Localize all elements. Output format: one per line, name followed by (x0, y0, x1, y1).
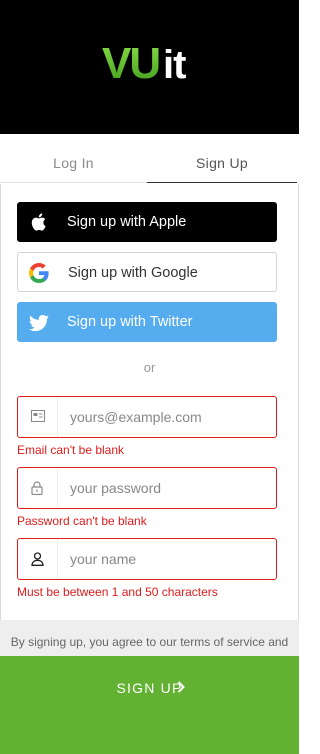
email-icon-box (18, 397, 58, 437)
envelope-icon (31, 410, 45, 422)
chevron-right-icon (177, 681, 185, 693)
twitter-button-label: Sign up with Twitter (67, 314, 193, 330)
auth-tabs: Log In Sign Up (0, 134, 299, 184)
google-icon (29, 263, 49, 283)
apple-icon (31, 213, 46, 231)
sign-up-with-google-button[interactable]: Sign up with Google (17, 252, 277, 292)
submit-label: SIGN UP (116, 680, 183, 696)
password-input[interactable] (70, 477, 266, 499)
sign-up-with-twitter-button[interactable]: Sign up with Twitter (17, 302, 277, 342)
password-error: Password can't be blank (17, 514, 147, 528)
password-icon-box (18, 468, 58, 508)
tab-log-in[interactable]: Log In (0, 134, 147, 183)
google-button-label: Sign up with Google (68, 265, 198, 281)
email-input[interactable] (70, 406, 266, 428)
email-field (17, 396, 277, 438)
password-field (17, 467, 277, 509)
name-field (17, 538, 277, 580)
svg-text:VU: VU (102, 39, 159, 88)
user-icon (31, 552, 44, 566)
sign-up-submit-button[interactable]: SIGN UP (0, 656, 299, 754)
apple-button-label: Sign up with Apple (67, 214, 187, 230)
tab-sign-up[interactable]: Sign Up (147, 134, 297, 183)
lock-icon (31, 481, 43, 495)
or-divider: or (143, 360, 156, 375)
name-error: Must be between 1 and 50 characters (17, 585, 218, 599)
name-icon-box (18, 539, 58, 579)
twitter-icon (29, 314, 49, 332)
email-error: Email can't be blank (17, 443, 125, 457)
header: VU it (0, 0, 299, 134)
vuit-logo: VU it (102, 39, 187, 88)
name-input[interactable] (70, 548, 266, 570)
svg-text:it: it (163, 43, 186, 87)
sign-up-with-apple-button[interactable]: Sign up with Apple (17, 202, 277, 242)
